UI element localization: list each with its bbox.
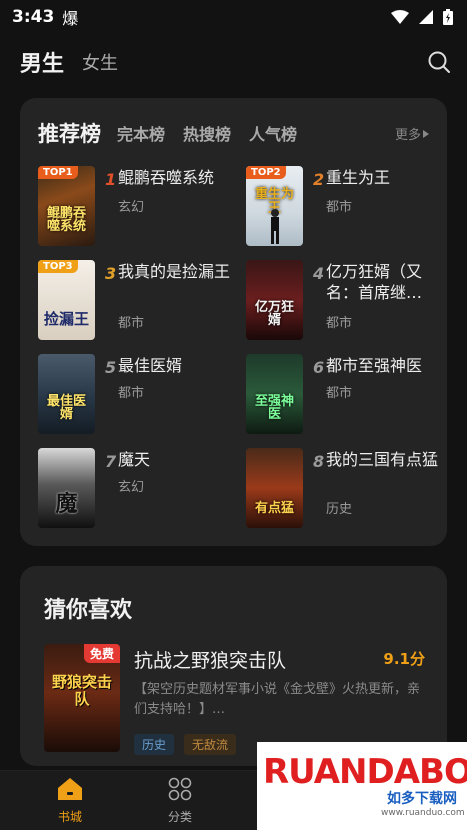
cover-title: 魔 (55, 491, 78, 517)
rank-number: 7 (105, 452, 117, 471)
ranking-book-6[interactable]: 至强神医 6 都市至强神医 都市 (246, 354, 446, 436)
book-title: 亿万狂婿（又名：首席继… (326, 262, 423, 302)
nav-category-label: 分类 (167, 810, 192, 824)
guess-book-title[interactable]: 抗战之野狼突击队 (134, 646, 286, 673)
rank-number: 4 (313, 264, 325, 283)
cover-title: 有点猛 (254, 501, 294, 517)
book-genre: 都市 (118, 316, 145, 331)
ranking-book-7[interactable]: 魔 7 魔天 玄幻 (38, 448, 238, 530)
tag-history[interactable]: 历史 (134, 734, 175, 755)
signal-icon (419, 10, 433, 24)
ranking-title: 推荐榜 (38, 122, 101, 146)
tab-popular[interactable]: 人气榜 (249, 121, 297, 145)
top-badge: TOP3 (38, 260, 78, 273)
book-title: 我的三国有点猛 (326, 450, 439, 469)
ranking-book-4[interactable]: 亿万狂婿 4 亿万狂婿（又名：首席继… 都市 (246, 260, 446, 342)
watermark-url: www.ruanduo.com (381, 808, 465, 818)
tab-completed[interactable]: 完本榜 (117, 121, 165, 145)
book-genre: 玄幻 (118, 200, 145, 215)
book-title: 都市至强神医 (326, 356, 423, 375)
book-cover: TOP1 鲲鹏吞噬系统 (38, 166, 95, 246)
rank-number: 6 (313, 358, 325, 377)
guess-title: 猜你喜欢 (44, 598, 133, 623)
watermark-logo: RUANDABO 如多下载网 www.ruanduo.com (257, 742, 467, 830)
ranking-book-5[interactable]: 最佳医婿 5 最佳医婿 都市 (38, 354, 238, 436)
guess-card: 猜你喜欢 免费 野狼突击队 抗战之野狼突击队 9.1分 【架空历史题材军事小说《… (20, 566, 447, 766)
ranking-card: 推荐榜 完本榜 热搜榜 人气榜 更多 TOP1 鲲鹏吞噬系统 1 鲲鹏吞噬系统 … (20, 98, 447, 546)
tab-male[interactable]: 男生 (20, 46, 64, 78)
book-score: 9.1分 (383, 650, 425, 668)
more-label: 更多 (394, 128, 421, 143)
nav-bookstore-label: 书城 (57, 810, 82, 824)
search-icon[interactable] (427, 50, 451, 74)
watermark-letters: RUANDABO (263, 752, 467, 792)
status-left: 3:43 爆 (12, 5, 78, 29)
top-nav: 男生 女生 (0, 40, 467, 84)
ranking-book-8[interactable]: 有点猛 8 我的三国有点猛 历史 (246, 448, 446, 530)
rank-number: 8 (313, 452, 325, 471)
status-time: 3:43 (12, 7, 55, 27)
book-genre: 都市 (326, 386, 353, 401)
book-title: 我真的是捡漏王 (118, 262, 231, 281)
guess-book-cover[interactable]: 免费 野狼突击队 (44, 644, 120, 752)
book-title: 最佳医婿 (118, 356, 183, 375)
tag-invincible[interactable]: 无敌流 (184, 734, 237, 755)
ranking-book-1[interactable]: TOP1 鲲鹏吞噬系统 1 鲲鹏吞噬系统 玄幻 (38, 166, 238, 248)
status-right (391, 9, 453, 25)
nav-bookstore[interactable]: 书城 (40, 777, 100, 825)
tab-female[interactable]: 女生 (82, 49, 118, 75)
book-cover: 有点猛 (246, 448, 303, 528)
rank-number: 2 (313, 170, 325, 189)
book-genre: 历史 (326, 502, 353, 517)
rank-number: 3 (105, 264, 117, 283)
book-description: 【架空历史题材军事小说《金戈壁》火热更新，亲们支持哈！】… (134, 682, 421, 718)
status-bar: 3:43 爆 (0, 0, 467, 34)
ranking-book-3[interactable]: TOP3 捡漏王 3 我真的是捡漏王 都市 (38, 260, 238, 342)
cover-title: 至强神医 (254, 393, 294, 423)
cover-title: 野狼突击队 (51, 673, 112, 708)
book-cover: TOP2 重生为王 (246, 166, 303, 246)
book-genre: 都市 (326, 316, 353, 331)
book-title: 重生为王 (326, 168, 391, 187)
wifi-icon (391, 10, 409, 24)
book-cover: 至强神医 (246, 354, 303, 434)
cover-figure (271, 209, 279, 244)
watermark-subtitle: 如多下载网 (387, 791, 457, 807)
cover-title: 鲲鹏吞噬系统 (46, 205, 86, 235)
ranking-header: 推荐榜 完本榜 热搜榜 人气榜 更多 (38, 118, 433, 148)
book-title: 魔天 (118, 450, 151, 469)
book-cover: 最佳医婿 (38, 354, 95, 434)
book-genre: 都市 (118, 386, 145, 401)
book-cover: TOP3 捡漏王 (38, 260, 95, 340)
book-cover: 亿万狂婿 (246, 260, 303, 340)
tab-hot-search[interactable]: 热搜榜 (183, 121, 231, 145)
book-cover: 魔 (38, 448, 95, 528)
chevron-right-icon (423, 129, 429, 138)
rank-number: 1 (105, 170, 117, 189)
nav-category[interactable]: 分类 (150, 777, 210, 825)
cover-title: 捡漏王 (43, 310, 89, 329)
notification-icon: 爆 (62, 9, 79, 28)
book-genre: 都市 (326, 200, 353, 215)
more-link[interactable]: 更多 (395, 124, 429, 143)
free-badge: 免费 (83, 644, 120, 663)
rank-number: 5 (105, 358, 117, 377)
cover-title: 亿万狂婿 (254, 299, 294, 329)
cover-title: 最佳医婿 (46, 393, 86, 423)
book-title: 鲲鹏吞噬系统 (118, 168, 215, 187)
home-icon (58, 778, 82, 800)
category-icon (168, 777, 192, 801)
battery-icon (443, 9, 453, 25)
top-badge: TOP2 (246, 166, 286, 179)
book-genre: 玄幻 (118, 480, 145, 495)
top-badge: TOP1 (38, 166, 78, 179)
ranking-book-2[interactable]: TOP2 重生为王 2 重生为王 都市 (246, 166, 446, 248)
